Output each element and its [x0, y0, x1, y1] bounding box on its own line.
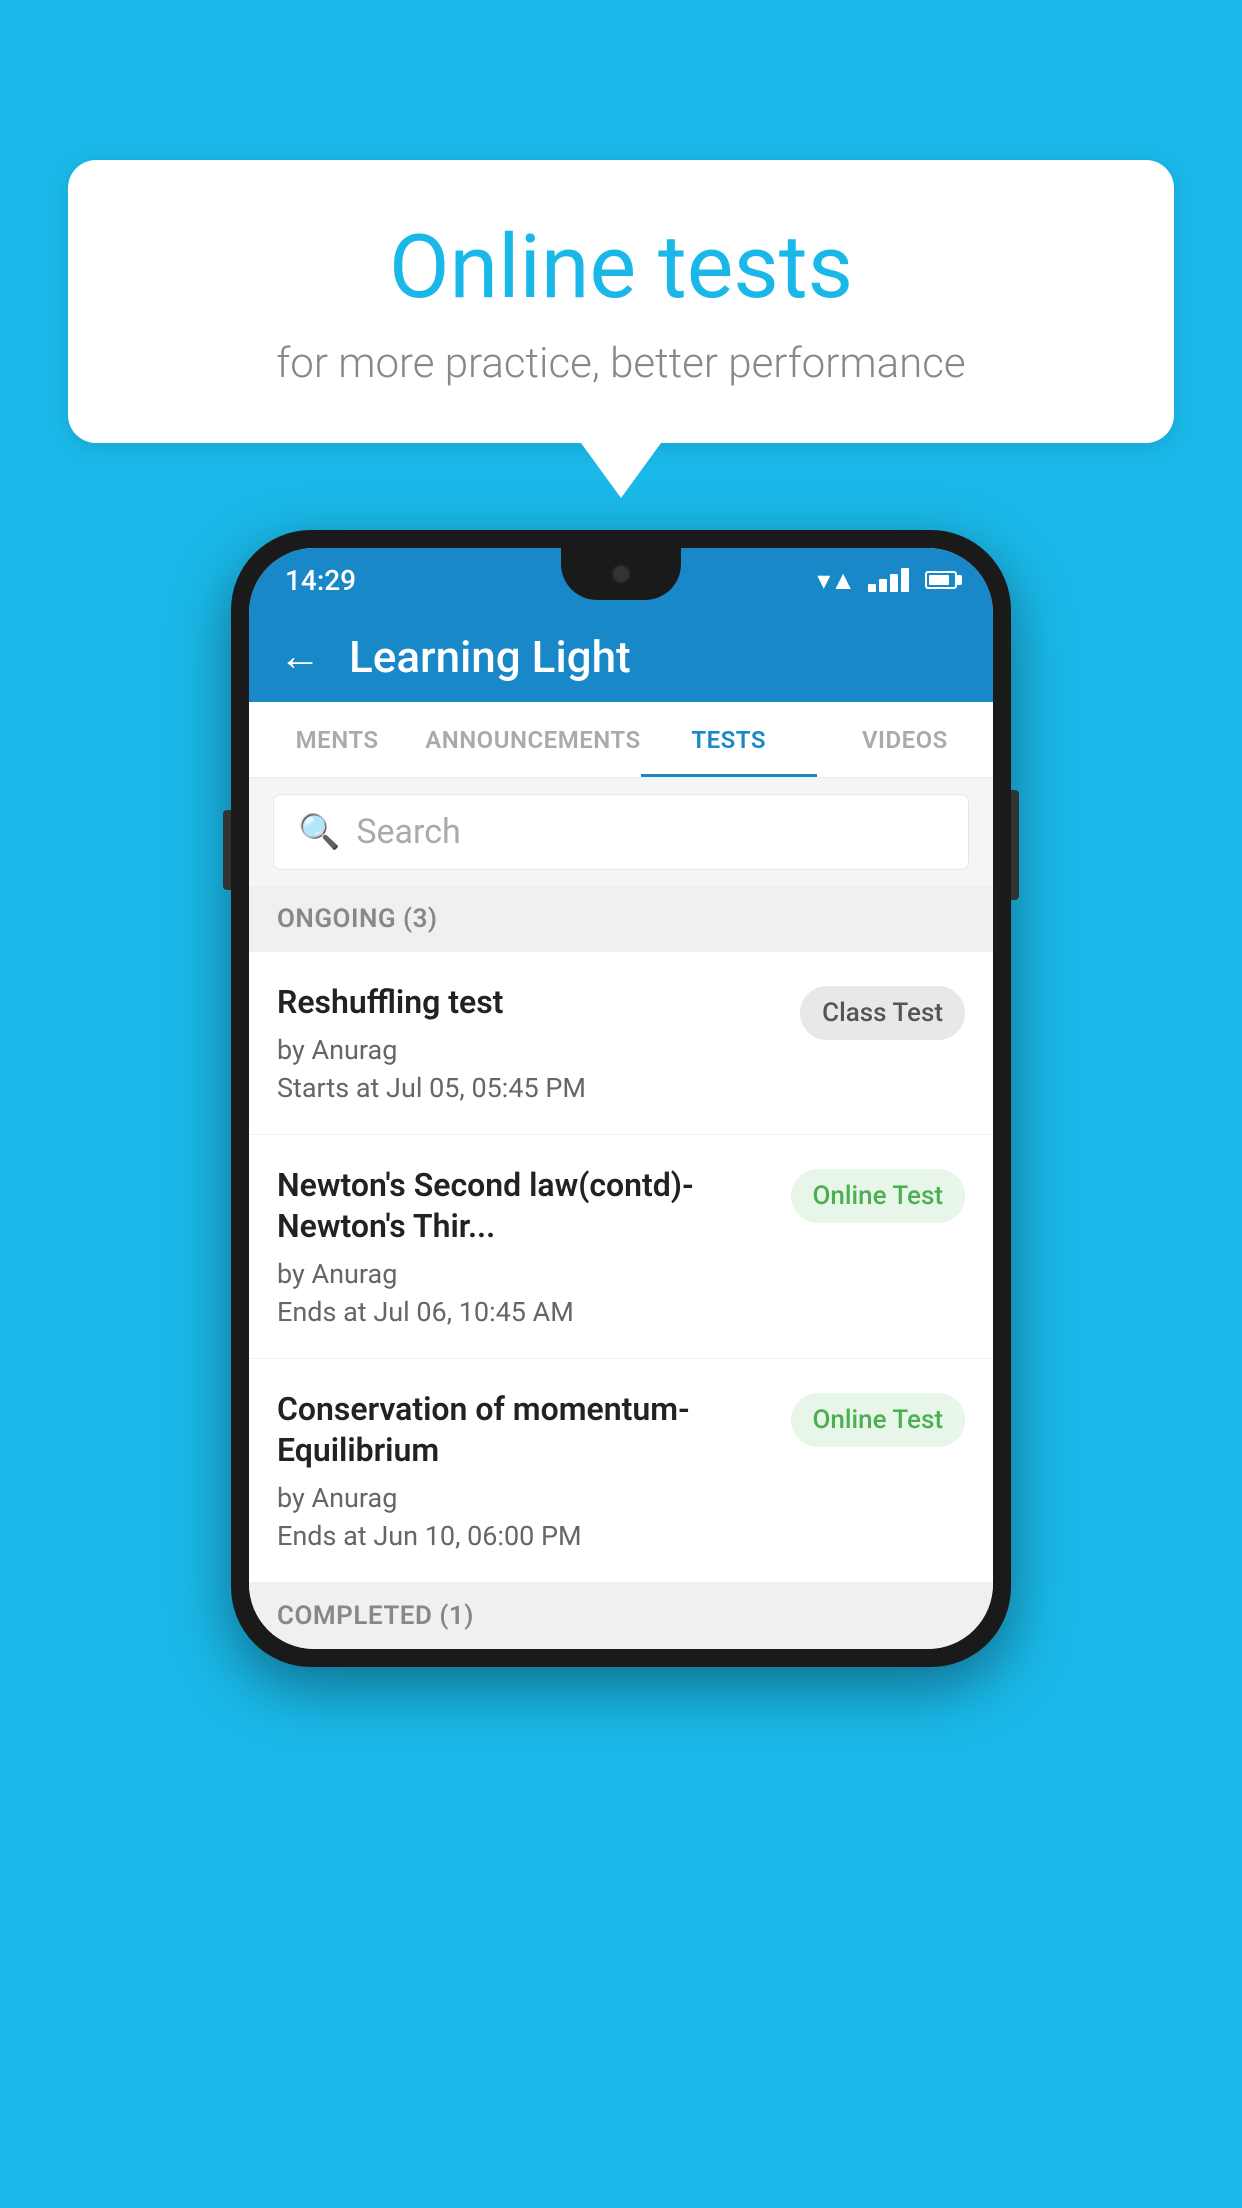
tab-bar: MENTS ANNOUNCEMENTS TESTS VIDEOS	[249, 702, 993, 778]
tab-announcements[interactable]: ANNOUNCEMENTS	[425, 702, 640, 777]
test-info-1: Reshuffling test by Anurag Starts at Jul…	[277, 982, 800, 1104]
test-info-2: Newton's Second law(contd)-Newton's Thir…	[277, 1165, 791, 1328]
test-item-1[interactable]: Reshuffling test by Anurag Starts at Jul…	[249, 952, 993, 1135]
test-item-2[interactable]: Newton's Second law(contd)-Newton's Thir…	[249, 1135, 993, 1359]
back-button[interactable]: ←	[279, 636, 321, 678]
test-info-3: Conservation of momentum-Equilibrium by …	[277, 1389, 791, 1552]
ongoing-section-title: ONGOING (3)	[277, 904, 438, 934]
search-bar[interactable]: 🔍 Search	[273, 794, 969, 870]
wifi-icon: ▾▲	[817, 565, 856, 596]
completed-section-header: COMPLETED (1)	[249, 1583, 993, 1649]
phone-mockup: 14:29 ▾▲	[231, 530, 1011, 1667]
tab-ments[interactable]: MENTS	[249, 702, 425, 777]
test-date-1: Starts at Jul 05, 05:45 PM	[277, 1072, 780, 1104]
test-name-2: Newton's Second law(contd)-Newton's Thir…	[277, 1165, 771, 1248]
speech-bubble-title: Online tests	[118, 220, 1124, 317]
phone-outer-frame: 14:29 ▾▲	[231, 530, 1011, 1667]
test-author-2: by Anurag	[277, 1258, 771, 1290]
tab-videos[interactable]: VIDEOS	[817, 702, 993, 777]
test-author-3: by Anurag	[277, 1482, 771, 1514]
status-icons: ▾▲	[817, 565, 957, 596]
tab-tests[interactable]: TESTS	[641, 702, 817, 777]
battery-icon	[925, 571, 957, 589]
test-name-3: Conservation of momentum-Equilibrium	[277, 1389, 771, 1472]
phone-screen: 14:29 ▾▲	[249, 548, 993, 1649]
speech-bubble-subtitle: for more practice, better performance	[118, 339, 1124, 388]
search-input[interactable]: Search	[356, 812, 460, 852]
test-badge-3: Online Test	[791, 1393, 966, 1447]
speech-bubble-arrow	[581, 443, 661, 498]
app-bar-title: Learning Light	[349, 631, 631, 683]
speech-bubble-container: Online tests for more practice, better p…	[68, 160, 1174, 498]
completed-section-title: COMPLETED (1)	[277, 1601, 474, 1631]
test-list: Reshuffling test by Anurag Starts at Jul…	[249, 952, 993, 1583]
app-bar: ← Learning Light	[249, 612, 993, 702]
status-bar: 14:29 ▾▲	[249, 548, 993, 612]
status-time: 14:29	[285, 564, 356, 597]
speech-bubble: Online tests for more practice, better p…	[68, 160, 1174, 443]
notch	[561, 548, 681, 600]
test-badge-2: Online Test	[791, 1169, 966, 1223]
camera	[611, 564, 631, 584]
ongoing-section-header: ONGOING (3)	[249, 886, 993, 952]
test-item-3[interactable]: Conservation of momentum-Equilibrium by …	[249, 1359, 993, 1583]
test-date-3: Ends at Jun 10, 06:00 PM	[277, 1520, 771, 1552]
search-icon: 🔍	[298, 812, 340, 852]
test-name-1: Reshuffling test	[277, 982, 780, 1024]
search-container: 🔍 Search	[249, 778, 993, 886]
test-author-1: by Anurag	[277, 1034, 780, 1066]
test-date-2: Ends at Jul 06, 10:45 AM	[277, 1296, 771, 1328]
signal-icon	[868, 568, 909, 592]
test-badge-1: Class Test	[800, 986, 965, 1040]
